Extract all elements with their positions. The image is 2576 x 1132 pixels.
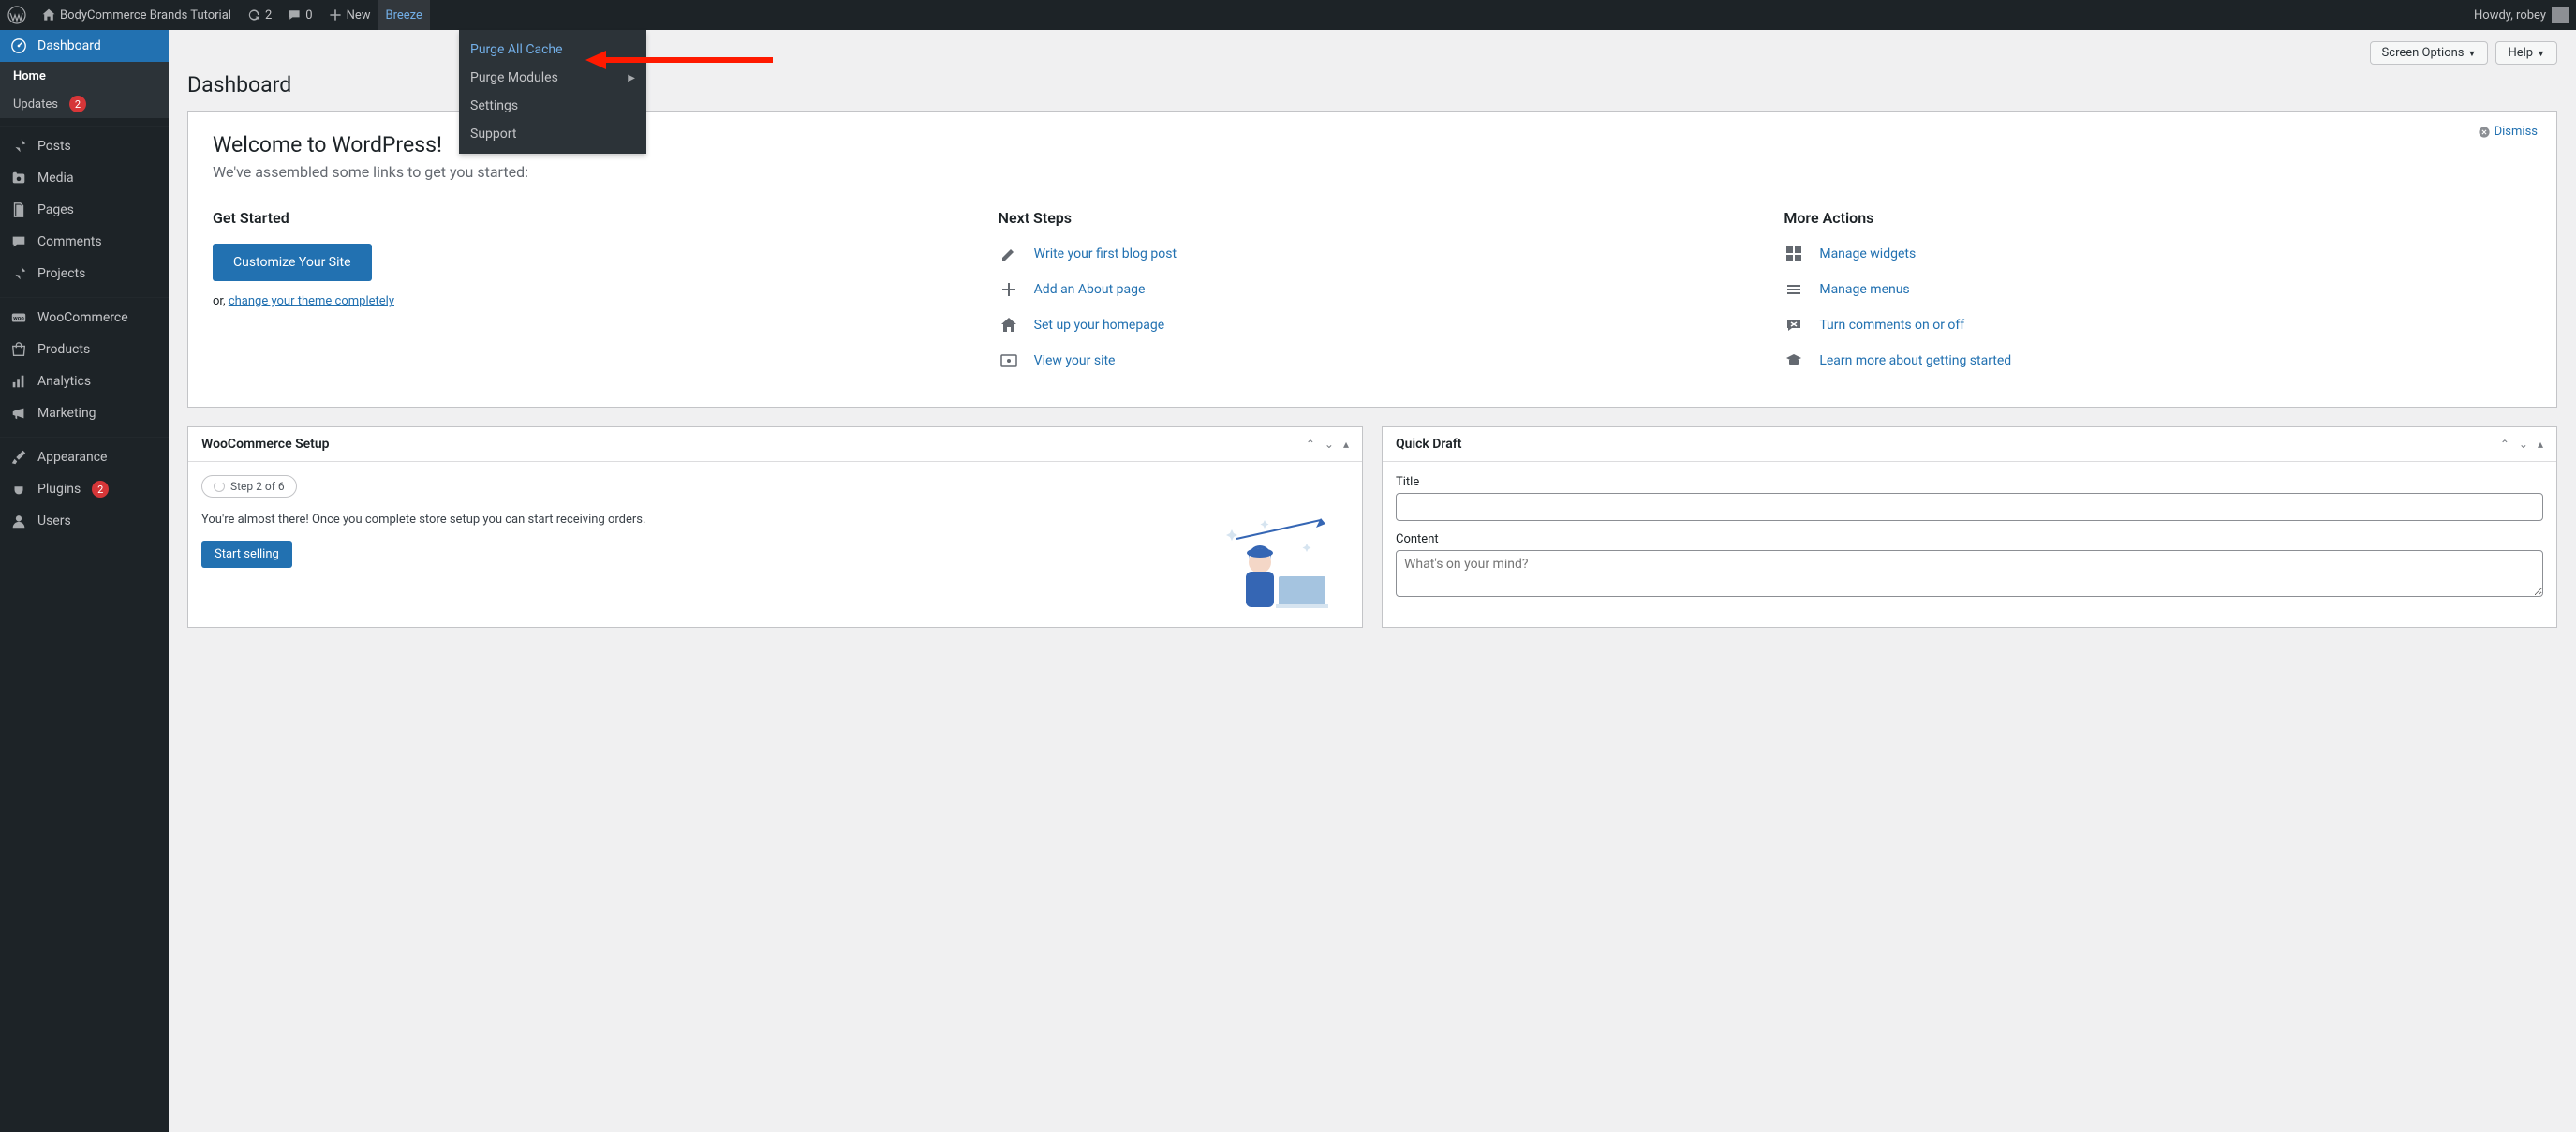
sidebar-marketing[interactable]: Marketing — [0, 397, 169, 429]
site-name[interactable]: BodyCommerce Brands Tutorial — [34, 0, 239, 30]
quick-draft-title: Quick Draft — [1396, 437, 1461, 452]
sidebar-appearance[interactable]: Appearance — [0, 441, 169, 473]
chevron-down-icon: ▼ — [2537, 50, 2545, 59]
next-steps-heading: Next Steps — [999, 209, 1747, 227]
pin-icon — [9, 264, 28, 283]
sidebar-home[interactable]: Home — [0, 62, 169, 90]
view-site-link[interactable]: View your site — [999, 350, 1747, 371]
start-selling-button[interactable]: Start selling — [201, 541, 292, 568]
toggle-box-icon[interactable]: ▴ — [2538, 438, 2543, 451]
sidebar-updates[interactable]: Updates2 — [0, 90, 169, 118]
change-theme-text: or, change your theme completely — [213, 294, 961, 308]
howdy-text: Howdy, robey — [2474, 8, 2546, 22]
spinner-icon — [214, 481, 225, 492]
site-name-text: BodyCommerce Brands Tutorial — [60, 8, 231, 22]
media-icon — [9, 169, 28, 187]
sidebar-users[interactable]: Users — [0, 505, 169, 537]
comments-toggle-link[interactable]: Turn comments on or off — [1784, 315, 2532, 335]
welcome-sub: We've assembled some links to get you st… — [213, 163, 2532, 181]
megaphone-icon — [9, 404, 28, 423]
breeze-label: Breeze — [386, 8, 422, 22]
woocommerce-setup-box: WooCommerce Setup ⌃ ⌄ ▴ Step 2 of 6 You're… — [187, 426, 1363, 628]
more-actions-heading: More Actions — [1784, 209, 2532, 227]
breeze-settings[interactable]: Settings — [459, 92, 646, 120]
analytics-icon — [9, 372, 28, 391]
sidebar-plugins[interactable]: Plugins2 — [0, 473, 169, 505]
add-about-link[interactable]: Add an About page — [999, 279, 1747, 300]
updates-toolbar[interactable]: 2 — [239, 0, 279, 30]
qd-content-textarea[interactable] — [1396, 550, 2543, 597]
plug-icon — [9, 480, 28, 499]
sidebar-media[interactable]: Media — [0, 162, 169, 194]
sidebar-pages[interactable]: Pages — [0, 194, 169, 226]
brush-icon — [9, 448, 28, 467]
updates-badge: 2 — [69, 96, 86, 112]
change-theme-link[interactable]: change your theme completely — [229, 294, 394, 308]
sidebar-woocommerce[interactable]: wooWooCommerce — [0, 302, 169, 334]
menus-icon — [1784, 279, 1804, 300]
sidebar-dashboard[interactable]: Dashboard — [0, 30, 169, 62]
qd-title-label: Title — [1396, 475, 2543, 489]
setup-homepage-link[interactable]: Set up your homepage — [999, 315, 1747, 335]
write-post-link[interactable]: Write your first blog post — [999, 244, 1747, 264]
user-icon — [9, 512, 28, 530]
dismiss-welcome[interactable]: Dismiss — [2478, 125, 2538, 139]
breeze-support[interactable]: Support — [459, 120, 646, 148]
plugins-badge: 2 — [92, 481, 109, 498]
comments-toolbar[interactable]: 0 — [279, 0, 319, 30]
quick-draft-box: Quick Draft ⌃ ⌄ ▴ Title Content — [1382, 426, 2557, 628]
qd-content-label: Content — [1396, 532, 2543, 546]
close-icon — [2478, 126, 2491, 139]
sidebar-products[interactable]: Products — [0, 334, 169, 365]
pages-icon — [9, 201, 28, 219]
woo-illustration — [1199, 511, 1349, 614]
sidebar-analytics[interactable]: Analytics — [0, 365, 169, 397]
plus-icon — [999, 279, 1019, 300]
sidebar-dashboard-label: Dashboard — [37, 38, 101, 53]
screen-options-button[interactable]: Screen Options▼ — [2370, 41, 2489, 65]
comment-icon — [9, 232, 28, 251]
view-icon — [999, 350, 1019, 371]
avatar-icon — [2552, 7, 2569, 23]
get-started-heading: Get Started — [213, 209, 961, 227]
edit-icon — [999, 244, 1019, 264]
step-chip: Step 2 of 6 — [201, 475, 297, 498]
move-up-icon[interactable]: ⌃ — [2500, 438, 2509, 451]
woo-setup-title: WooCommerce Setup — [201, 437, 330, 452]
customize-site-button[interactable]: Customize Your Site — [213, 244, 372, 281]
home-icon — [999, 315, 1019, 335]
widgets-icon — [1784, 244, 1804, 264]
woo-desc: You're almost there! Once you complete s… — [201, 511, 1180, 529]
move-up-icon[interactable]: ⌃ — [1306, 438, 1315, 451]
comment-off-icon — [1784, 315, 1804, 335]
move-down-icon[interactable]: ⌄ — [2519, 438, 2528, 451]
chevron-down-icon: ▼ — [2468, 50, 2477, 59]
sidebar-comments[interactable]: Comments — [0, 226, 169, 258]
pin-icon — [9, 137, 28, 156]
learn-more-link[interactable]: Learn more about getting started — [1784, 350, 2532, 371]
welcome-panel: Dismiss Welcome to WordPress! We've asse… — [187, 111, 2557, 408]
svg-text:woo: woo — [13, 315, 24, 322]
breeze-menu-toggle[interactable]: Breeze — [378, 0, 430, 30]
comments-toolbar-count: 0 — [305, 8, 312, 22]
manage-widgets-link[interactable]: Manage widgets — [1784, 244, 2532, 264]
move-down-icon[interactable]: ⌄ — [1325, 438, 1334, 451]
sidebar-posts[interactable]: Posts — [0, 130, 169, 162]
help-button[interactable]: Help▼ — [2495, 41, 2557, 65]
woocommerce-icon: woo — [9, 308, 28, 327]
annotation-arrow — [585, 47, 773, 77]
updates-toolbar-count: 2 — [265, 8, 272, 22]
toggle-box-icon[interactable]: ▴ — [1343, 438, 1349, 451]
sidebar-projects[interactable]: Projects — [0, 258, 169, 290]
my-account[interactable]: Howdy, robey — [2466, 0, 2576, 30]
qd-title-input[interactable] — [1396, 493, 2543, 521]
graduation-icon — [1784, 350, 1804, 371]
new-content[interactable]: New — [320, 0, 378, 30]
new-content-label: New — [347, 8, 371, 22]
manage-menus-link[interactable]: Manage menus — [1784, 279, 2532, 300]
products-icon — [9, 340, 28, 359]
dashboard-icon — [9, 37, 28, 55]
wp-logo[interactable] — [0, 0, 34, 30]
